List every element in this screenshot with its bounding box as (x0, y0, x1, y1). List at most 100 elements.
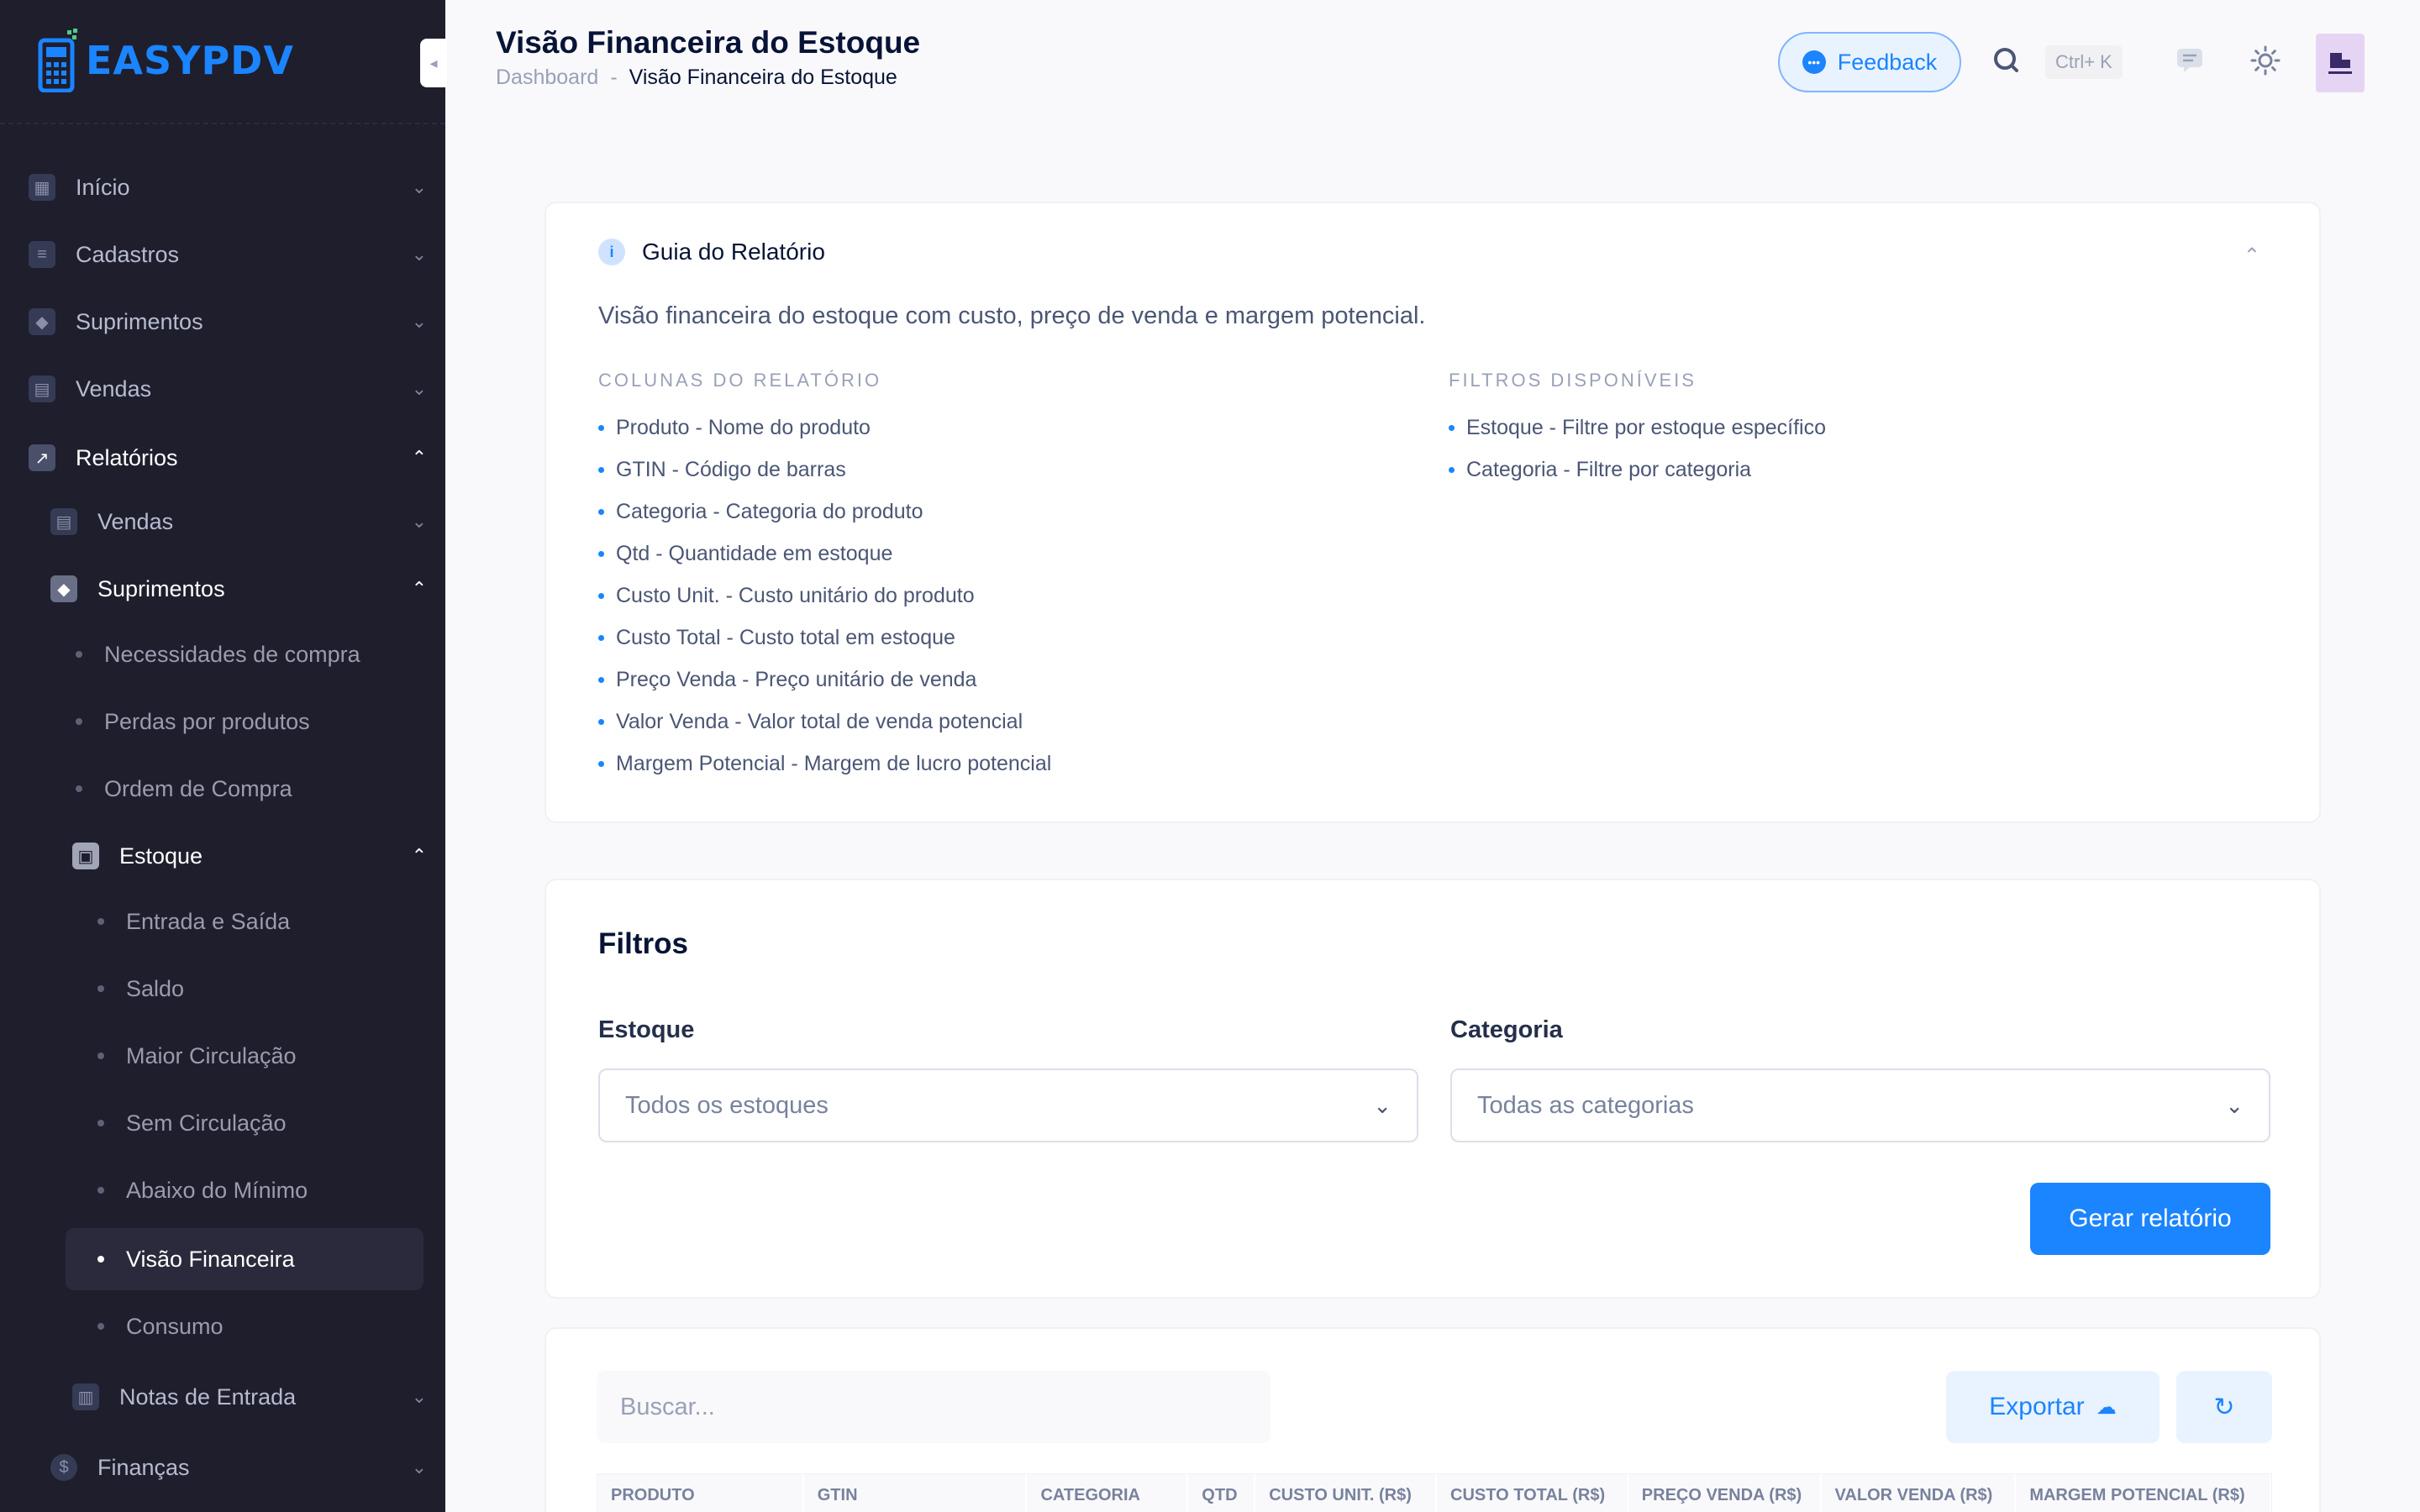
list-item-text: Categoria - Categoria do produto (616, 499, 923, 523)
chevron-down-icon: ⌄ (411, 1386, 427, 1407)
sidebar-item-cadastros[interactable]: ≡ Cadastros ⌄ (29, 223, 427, 286)
report-table-card: Buscar... Exportar ☁ ↻ PRODUTO GTIN CATE… (544, 1327, 2321, 1512)
feedback-button[interactable]: ••• Feedback (1778, 32, 1961, 92)
logo-pdv: PDV (201, 38, 294, 83)
column-header[interactable]: VALOR VENDA (R$) (1822, 1474, 2017, 1512)
info-icon: i (598, 239, 625, 265)
sidebar-item-label: Início (76, 174, 130, 200)
feedback-label: Feedback (1837, 49, 1938, 75)
theme-sun-icon[interactable] (2249, 44, 2282, 77)
bullet-icon (76, 718, 82, 725)
column-header[interactable]: CUSTO TOTAL (R$) (1437, 1474, 1628, 1512)
column-header[interactable]: CATEGORIA (1027, 1474, 1189, 1512)
report-guide-header[interactable]: i Guia do Relatório (598, 239, 825, 265)
lock-icon: ▣ (72, 843, 99, 869)
sidebar-item-maior-circulacao[interactable]: Maior Circulação (66, 1025, 424, 1087)
sidebar-item-label: Suprimentos (76, 308, 203, 334)
column-header[interactable]: PREÇO VENDA (R$) (1628, 1474, 1822, 1512)
search-shortcut-badge: Ctrl+ K (2045, 45, 2123, 79)
sidebar-item-vendas[interactable]: ▤ Vendas ⌄ (29, 358, 427, 420)
bullet-icon (97, 1323, 104, 1330)
sidebar-item-relatorios-suprimentos[interactable]: ◆ Suprimentos ⌃ (50, 558, 427, 620)
user-avatar[interactable] (2316, 34, 2365, 92)
chat-bubble-icon: ••• (1802, 50, 1826, 74)
sidebar-item-entrada-saida[interactable]: Entrada e Saída (66, 890, 424, 953)
sidebar-item-sem-circulacao[interactable]: Sem Circulação (66, 1092, 424, 1154)
chevron-down-icon: ⌄ (411, 244, 427, 265)
sidebar-item-financas[interactable]: $ Finanças ⌄ (50, 1436, 427, 1499)
sidebar-item-necessidades-compra[interactable]: Necessidades de compra (76, 623, 424, 685)
calculator-icon: ▤ (29, 375, 55, 402)
table-header: PRODUTO GTIN CATEGORIA QTD CUSTO UNIT. (… (597, 1473, 2272, 1512)
report-guide-card: i Guia do Relatório ⌃ Visão financeira d… (544, 202, 2321, 823)
search-icon[interactable] (1991, 45, 2022, 76)
estoque-select-value: Todos os estoques (625, 1091, 829, 1119)
chevron-up-icon: ⌃ (411, 447, 427, 468)
list-item-text: Custo Total - Custo total em estoque (616, 625, 955, 649)
list-item: Custo Total - Custo total em estoque (598, 617, 1051, 659)
sidebar-item-visao-financeira[interactable]: Visão Financeira (66, 1228, 424, 1290)
bullet-icon (1449, 424, 1455, 431)
sidebar-item-estoque[interactable]: ▣ Estoque ⌃ (72, 825, 427, 887)
bullet-icon (76, 651, 82, 658)
list-item: Estoque - Filtre por estoque específico (1449, 407, 1826, 449)
chevron-up-icon: ⌃ (411, 578, 427, 599)
list-item: Qtd - Quantidade em estoque (598, 533, 1051, 575)
bullet-icon (598, 508, 604, 515)
bullet-icon (598, 424, 604, 431)
sidebar-item-saldo[interactable]: Saldo (66, 958, 424, 1020)
bullet-icon (1449, 466, 1455, 473)
page-title: Visão Financeira do Estoque (496, 25, 921, 60)
sidebar-item-abaixo-minimo[interactable]: Abaixo do Mínimo (66, 1159, 424, 1221)
estoque-select[interactable]: Todos os estoques ⌄ (598, 1068, 1418, 1142)
sidebar-toggle-button[interactable]: ◂ (420, 39, 447, 87)
bullet-icon (598, 550, 604, 557)
sidebar-item-label: Vendas (76, 375, 152, 402)
generate-report-button[interactable]: Gerar relatório (2030, 1183, 2270, 1255)
column-header[interactable]: GTIN (804, 1474, 1028, 1512)
export-button[interactable]: Exportar ☁ (1946, 1371, 2160, 1443)
list-item-text: Custo Unit. - Custo unitário do produto (616, 583, 975, 607)
sidebar-item-label: Finanças (97, 1454, 190, 1480)
sidebar-item-perdas-produtos[interactable]: Perdas por produtos (76, 690, 424, 753)
sidebar-item-ordem-compra[interactable]: Ordem de Compra (76, 758, 424, 820)
categoria-select[interactable]: Todas as categorias ⌄ (1450, 1068, 2270, 1142)
chevron-up-icon[interactable]: ⌃ (2244, 244, 2260, 268)
column-header[interactable]: QTD (1188, 1474, 1256, 1512)
column-header[interactable]: CUSTO UNIT. (R$) (1255, 1474, 1438, 1512)
sidebar-item-relatorios[interactable]: ↗ Relatórios ⌃ (29, 427, 427, 489)
breadcrumb-dashboard[interactable]: Dashboard (496, 66, 598, 90)
bullet-icon (97, 1053, 104, 1059)
sidebar-item-inicio[interactable]: ▦ Início ⌄ (29, 156, 427, 218)
sidebar-item-notas-entrada[interactable]: ▥ Notas de Entrada ⌄ (72, 1366, 427, 1428)
column-header[interactable]: MARGEM POTENCIAL (R$) (2016, 1474, 2271, 1512)
table-search-input[interactable]: Buscar... (597, 1371, 1270, 1443)
chevron-down-icon: ⌄ (411, 311, 427, 332)
app-logo[interactable]: EASYPDV (37, 29, 294, 93)
list-item: GTIN - Código de barras (598, 449, 1051, 491)
sidebar-item-suprimentos[interactable]: ◆ Suprimentos ⌄ (29, 291, 427, 353)
categoria-label: Categoria (1450, 1016, 1563, 1043)
list-item: Categoria - Categoria do produto (598, 491, 1051, 533)
sidebar-item-label: Ordem de Compra (104, 775, 292, 801)
bullet-icon (598, 592, 604, 599)
list-item: Custo Unit. - Custo unitário do produto (598, 575, 1051, 617)
list-item: Produto - Nome do produto (598, 407, 1051, 449)
message-icon[interactable] (2173, 44, 2207, 77)
sidebar-item-label: Sem Circulação (126, 1110, 287, 1136)
chevron-down-icon: ⌄ (411, 176, 427, 197)
estoque-label: Estoque (598, 1016, 695, 1043)
sidebar-divider (0, 123, 445, 124)
chevron-down-icon: ⌄ (2225, 1092, 2244, 1118)
report-guide-title: Guia do Relatório (642, 239, 825, 265)
sidebar-item-relatorios-vendas[interactable]: ▤ Vendas ⌄ (50, 491, 427, 553)
refresh-button[interactable]: ↻ (2176, 1371, 2272, 1443)
bullet-icon (598, 466, 604, 473)
column-header[interactable]: PRODUTO (597, 1474, 804, 1512)
sidebar: EASYPDV ▦ Início ⌄ ≡ Cadastros ⌄ ◆ Supri… (0, 0, 445, 1512)
chevron-down-icon: ⌄ (411, 1457, 427, 1478)
sidebar-item-consumo[interactable]: Consumo (66, 1295, 424, 1357)
refresh-icon: ↻ (2213, 1393, 2235, 1421)
calculator-icon: ▤ (50, 508, 77, 535)
sidebar-item-label: Cadastros (76, 241, 180, 267)
